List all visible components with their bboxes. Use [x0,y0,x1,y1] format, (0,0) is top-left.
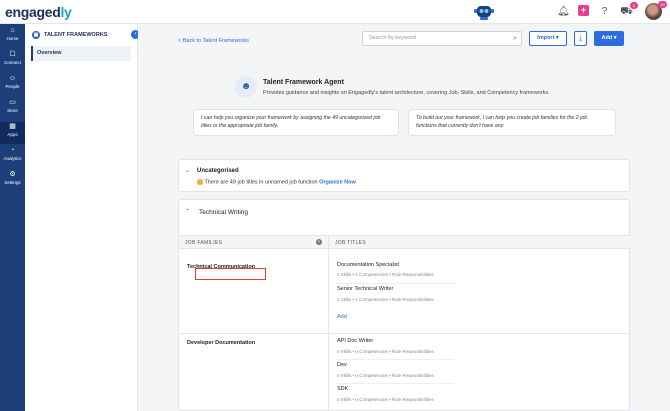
table-header: JOB FAMILIES × JOB TITLES [179,235,631,249]
job-meta: 0 Skills • 0 Competencies • Role Respons… [337,373,434,378]
help-icon[interactable]: ? [598,5,611,18]
panel-title: ▣ TALENT FRAMEWORKS [32,31,108,39]
prompt-card[interactable]: I can help you organize your framework b… [193,109,399,136]
plus-icon[interactable]: + [578,5,589,16]
column-divider [328,235,329,411]
bell-icon[interactable]: 🔔︎ [557,5,570,18]
search-input[interactable]: Search by keyword ⌕ [362,31,522,46]
back-link[interactable]: < Back to Talent Frameworks [178,38,249,44]
chevron-down-icon[interactable]: ⌄ [185,167,190,174]
app-rail: ⌂ Home ☐ Connect ☺ People ▭ Store ▦ Apps ◔ Ana… [0,0,25,411]
job-separator [336,359,454,360]
apps-icon: ▦ [9,123,16,130]
job-separator [336,283,454,284]
rail-people[interactable]: ☺ People [0,74,25,96]
download-button[interactable]: ⤓ [574,31,587,46]
function-title: Technical Writing [199,209,249,216]
left-panel: ▣ TALENT FRAMEWORKS ‹ Overview [25,24,140,411]
job-title[interactable]: Senior Technical Writer [337,286,393,292]
job-title[interactable]: API Doc Writer [337,338,373,344]
highlight-box [195,268,266,280]
col-job-titles: JOB TITLES [335,240,366,246]
main-content: < Back to Talent Frameworks Search by ke… [138,24,670,411]
uncategorised-text: There are 49 job titles in unnamed job f… [204,179,318,186]
agent-description: Provides guidance and insights on Engage… [263,90,550,96]
people-icon: ☺ [8,75,17,82]
search-icon: ⌕ [513,35,517,42]
job-title[interactable]: Documentation Specialist [337,262,399,268]
add-button[interactable]: Add ▾ [594,31,624,46]
add-job-title-link[interactable]: Add [337,314,347,320]
job-separator [336,383,454,384]
settings-icon: ⚙ [9,171,16,178]
prompt-card[interactable]: To build out your framework, I can help … [408,109,616,136]
job-meta: 0 Skills • 0 Competencies • Role Respons… [337,349,434,354]
job-meta: 0 Skills • 0 Competencies • Role Respons… [337,397,434,402]
close-icon[interactable]: × [316,239,322,245]
rail-home[interactable]: ⌂ Home [0,26,25,48]
rail-settings[interactable]: ⚙ Settings [0,170,25,192]
chevron-up-icon[interactable]: ⌃ [185,208,190,215]
job-meta: 1 Skills • 1 Competencies • Role Respons… [337,297,434,302]
top-bar: engagedly 🔔︎ + ? ⛟ 0 19 [0,0,670,24]
chevron-left-icon: ‹ [134,31,137,37]
mascot-icon[interactable] [474,3,494,21]
organize-now-link[interactable]: Organize Now [319,179,356,185]
store-icon: ▭ [9,99,16,106]
agent-title: Talent Framework Agent [263,79,344,86]
rail-store[interactable]: ▭ Store [0,98,25,120]
rail-connect[interactable]: ☐ Connect [0,50,25,72]
frameworks-icon: ▣ [32,31,40,39]
nav-overview[interactable]: Overview [31,46,131,61]
function-card: ⌃ Technical Writing JOB FAMILIES × JOB T… [178,199,631,411]
home-icon: ⌂ [10,27,15,34]
job-family[interactable]: Developer Documentation [187,340,255,346]
uncategorised-card: ⌄ Uncategorised ! There are 49 job title… [178,159,630,192]
import-button[interactable]: Import ▾ [529,31,567,46]
analytics-icon: ◔ [10,147,15,154]
row-divider [179,333,631,334]
job-title[interactable]: SDK [337,386,348,392]
warning-icon: ! [197,179,203,185]
search-placeholder: Search by keyword [369,35,416,41]
connect-icon: ☐ [9,51,16,58]
avatar-badge: 19 [658,1,667,8]
agent-icon: ☻ [235,76,257,98]
job-meta: 2 Skills • 1 Competencies • Role Respons… [337,272,434,277]
job-title[interactable]: Dev [337,362,347,368]
cart-badge: 0 [630,2,638,9]
rail-analytics[interactable]: ◔ Analytics [0,146,25,168]
col-job-families: JOB FAMILIES [185,240,223,246]
download-icon: ⤓ [578,35,583,42]
rail-apps[interactable]: ▦ Apps [0,122,25,144]
brand-logo[interactable]: engagedly [5,4,72,20]
uncategorised-title: Uncategorised [197,168,239,174]
